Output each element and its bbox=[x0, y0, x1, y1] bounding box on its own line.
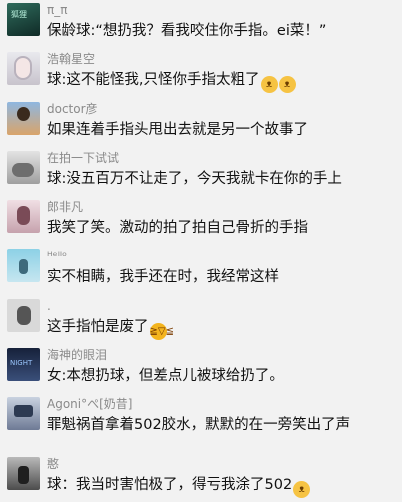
comment-item[interactable]: Agoni°ぺ[奶昔] 罪魁祸首拿着502胶水，默默的在一旁笑出了声 bbox=[0, 394, 402, 452]
comment-item[interactable]: 郎非凡 我笑了笑。激动的拍了拍自己骨折的手指 bbox=[0, 197, 402, 245]
avatar[interactable] bbox=[7, 52, 40, 86]
avatar[interactable] bbox=[7, 200, 40, 234]
cat-face-icon: ᴥ bbox=[278, 76, 296, 94]
comment-text: 这手指怕是废了 bbox=[47, 318, 149, 335]
comment-list: 狐狸 π_π 保龄球:“想扔我？看我咬住你手指。ei菜！” 浩翰星空 球:这不能… bbox=[0, 0, 402, 500]
comment-item[interactable]: . 这手指怕是废了≧▽≦ bbox=[0, 296, 402, 344]
comment-author[interactable]: . bbox=[47, 299, 402, 314]
avatar[interactable] bbox=[7, 298, 40, 332]
avatar-label: NIGHT bbox=[10, 359, 33, 368]
comment-item[interactable]: 狐狸 π_π 保龄球:“想扔我？看我咬住你手指。ei菜！” bbox=[0, 0, 402, 48]
avatar[interactable] bbox=[7, 249, 40, 283]
comment-item[interactable]: 浩翰星空 球:这不能怪我,只怪你手指太粗了 ᴥ ᴥ bbox=[0, 49, 402, 97]
avatar[interactable] bbox=[7, 397, 40, 431]
comment-text: 球:这不能怪我,只怪你手指太粗了 bbox=[47, 72, 260, 89]
comment-author[interactable]: 浩翰星空 bbox=[47, 52, 402, 67]
laughing-face-icon: ≧▽≦ bbox=[149, 322, 174, 340]
cat-face-icon: ᴥ bbox=[260, 76, 278, 94]
comment-author[interactable]: 憨 bbox=[47, 457, 402, 472]
comment-item[interactable]: NIGHT 海神的眼泪 女:本想扔球，但差点儿被球给扔了。 bbox=[0, 345, 402, 393]
comment-text-line: 球:这不能怪我,只怪你手指太粗了 ᴥ ᴥ bbox=[47, 71, 402, 94]
avatar[interactable]: 狐狸 bbox=[7, 3, 40, 36]
comment-item[interactable]: 憨 球：我当时害怕极了，得亏我涂了502 ᴥ bbox=[0, 454, 402, 502]
comment-text: 女:本想扔球，但差点儿被球给扔了。 bbox=[47, 368, 284, 385]
avatar[interactable] bbox=[7, 456, 40, 490]
comment-item[interactable]: doctor彦 如果连着手指头甩出去就是另一个故事了 bbox=[0, 99, 402, 147]
comment-author[interactable]: ᴴᵉᴵᴵᵒ bbox=[47, 249, 402, 264]
comment-item[interactable]: 在拍一下试试 球:没五百万不让走了，今天我就卡在你的手上 bbox=[0, 148, 402, 196]
comment-text: 保龄球:“想扔我？看我咬住你手指。ei菜！” bbox=[47, 23, 327, 39]
comment-text: 我笑了笑。激动的拍了拍自己骨折的手指 bbox=[47, 220, 308, 237]
comment-text: 球:没五百万不让走了，今天我就卡在你的手上 bbox=[47, 170, 342, 187]
avatar[interactable]: NIGHT bbox=[7, 348, 40, 382]
comment-text-line: 球：我当时害怕极了，得亏我涂了502 ᴥ bbox=[47, 476, 402, 498]
comment-author[interactable]: 郎非凡 bbox=[47, 200, 402, 215]
comment-text: 罪魁祸首拿着502胶水，默默的在一旁笑出了声 bbox=[47, 417, 351, 434]
comment-author[interactable]: doctor彦 bbox=[47, 102, 402, 117]
comment-text: 实不相瞒，我手还在时，我经常这样 bbox=[47, 269, 279, 286]
comment-author[interactable]: Agoni°ぺ[奶昔] bbox=[47, 397, 402, 412]
avatar[interactable] bbox=[7, 101, 40, 135]
cat-face-icon: ᴥ bbox=[293, 480, 311, 498]
comment-author[interactable]: 海神的眼泪 bbox=[47, 348, 402, 363]
avatar[interactable] bbox=[7, 150, 40, 184]
comment-author[interactable]: π_π bbox=[47, 3, 402, 18]
comment-item[interactable]: ᴴᵉᴵᴵᵒ 实不相瞒，我手还在时，我经常这样 bbox=[0, 246, 402, 294]
avatar-label: 狐狸 bbox=[11, 10, 27, 19]
comment-text-line: 这手指怕是废了≧▽≦ bbox=[47, 318, 402, 340]
comment-author[interactable]: 在拍一下试试 bbox=[47, 151, 402, 166]
comment-text: 球：我当时害怕极了，得亏我涂了502 bbox=[47, 476, 293, 493]
comment-text: 如果连着手指头甩出去就是另一个故事了 bbox=[47, 121, 308, 138]
